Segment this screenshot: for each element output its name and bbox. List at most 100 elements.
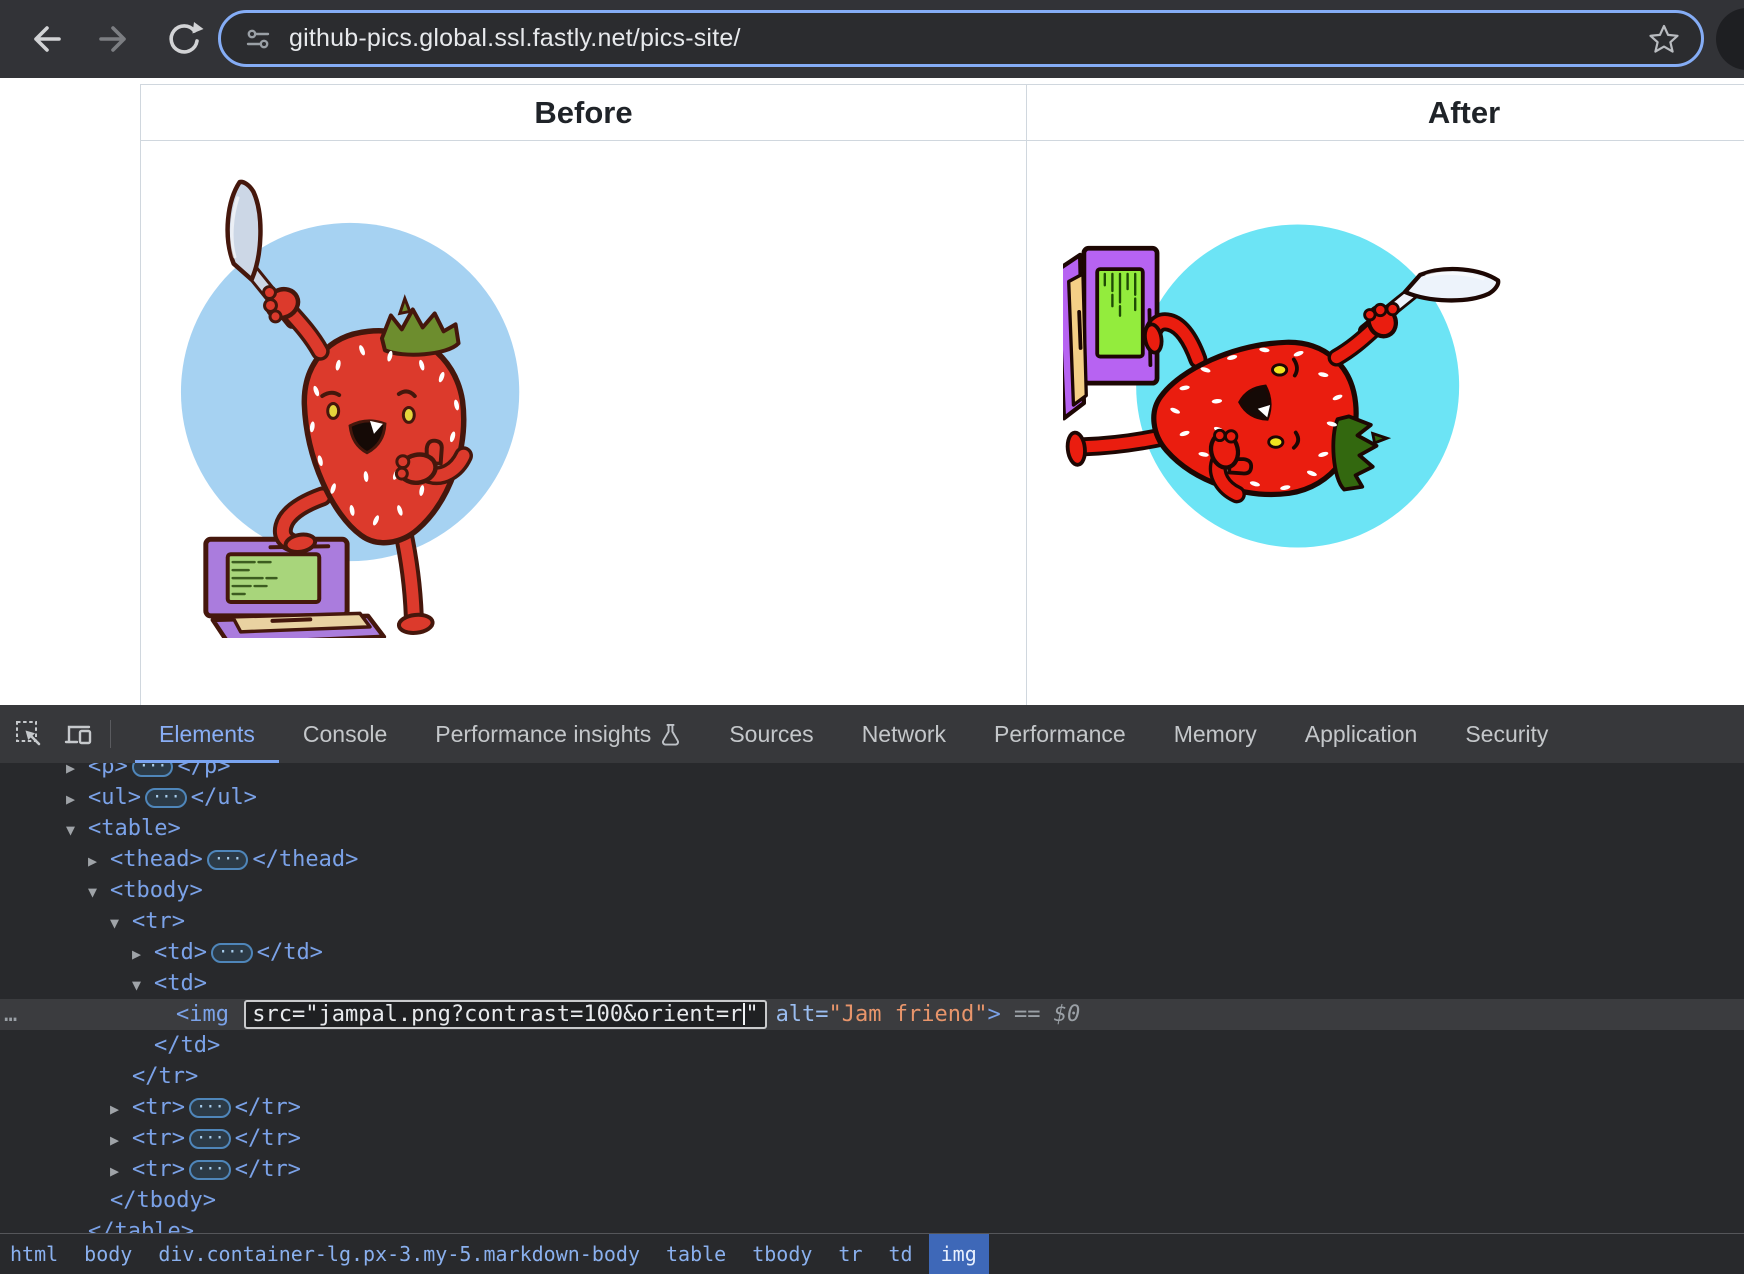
disclosure-arrow[interactable]: ▼ bbox=[110, 908, 132, 939]
devtools-tab-memory[interactable]: Memory bbox=[1150, 705, 1281, 763]
token-tag: </td> bbox=[154, 1033, 220, 1058]
tree-row[interactable]: ▶<p>···</p> bbox=[0, 763, 1744, 782]
dom-tree: ▶<p>···</p>▶<ul>···</ul>▼<table>▶<thead>… bbox=[0, 763, 1744, 1233]
attribute-edit-input[interactable]: src="jampal.png?contrast=100&orient=r" bbox=[244, 1000, 766, 1029]
back-button[interactable] bbox=[22, 17, 66, 61]
tree-row[interactable]: ▼<td> bbox=[0, 968, 1744, 999]
inline-expand-pill[interactable]: ··· bbox=[145, 788, 187, 808]
inline-expand-pill[interactable]: ··· bbox=[211, 943, 253, 963]
bookmark-star-icon[interactable] bbox=[1647, 22, 1681, 56]
devtools-tab-performance-insights[interactable]: Performance insights bbox=[411, 705, 705, 763]
devtools-tab-performance[interactable]: Performance bbox=[970, 705, 1150, 763]
token-tag: </tr> bbox=[132, 1064, 198, 1089]
devtools-tab-sources[interactable]: Sources bbox=[705, 705, 837, 763]
breadcrumb-item-td[interactable]: td bbox=[879, 1242, 923, 1266]
disclosure-arrow[interactable]: ▶ bbox=[110, 1094, 132, 1125]
row-menu-ellipsis[interactable]: … bbox=[4, 999, 15, 1030]
before-illustration bbox=[171, 160, 569, 638]
token-eq: == bbox=[1001, 1002, 1054, 1027]
tree-row[interactable]: ▶<ul>···</ul> bbox=[0, 782, 1744, 813]
tree-row[interactable]: ▼<tr> bbox=[0, 906, 1744, 937]
tree-row[interactable]: </table> bbox=[0, 1216, 1744, 1233]
inline-expand-pill[interactable]: ··· bbox=[207, 850, 249, 870]
tree-row[interactable]: </td> bbox=[0, 1030, 1744, 1061]
tree-row[interactable]: ▶<thead>···</thead> bbox=[0, 844, 1744, 875]
after-illustration-rotated bbox=[1063, 215, 1519, 595]
disclosure-arrow[interactable]: ▼ bbox=[88, 877, 110, 908]
tree-row[interactable]: </tr> bbox=[0, 1061, 1744, 1092]
tune-icon[interactable] bbox=[245, 26, 271, 52]
page-content: Before After bbox=[0, 78, 1744, 705]
breadcrumb-item-img[interactable]: img bbox=[929, 1234, 989, 1274]
tree-row[interactable]: ▼<tbody> bbox=[0, 875, 1744, 906]
tree-row[interactable]: ▶<tr>···</tr> bbox=[0, 1154, 1744, 1185]
token-tag: <thead> bbox=[110, 847, 203, 872]
devtools-tabbar-tabs: Elements ConsolePerformance insights Sourc… bbox=[127, 705, 1572, 763]
token-tag: </ul> bbox=[191, 785, 257, 810]
devtools-panel: Elements ConsolePerformance insights Sourc… bbox=[0, 705, 1744, 1274]
tree-row[interactable]: ▶<td>···</td> bbox=[0, 937, 1744, 968]
token-tag: </p> bbox=[177, 763, 230, 779]
token-tag: </td> bbox=[257, 940, 323, 965]
disclosure-arrow[interactable]: ▶ bbox=[110, 1125, 132, 1156]
inline-expand-pill[interactable]: ··· bbox=[189, 1098, 231, 1118]
edit-text: src="jampal.png?contrast=100&orient=r bbox=[252, 1002, 742, 1027]
before-cell bbox=[141, 141, 1027, 705]
tab-label: Elements bbox=[159, 721, 255, 748]
token-val: "Jam friend" bbox=[829, 1002, 988, 1027]
tree-row[interactable]: ▼<table> bbox=[0, 813, 1744, 844]
disclosure-arrow[interactable]: ▼ bbox=[66, 815, 88, 846]
disclosure-arrow[interactable]: ▶ bbox=[66, 763, 88, 784]
token-tag: </thead> bbox=[252, 847, 358, 872]
url-bar[interactable]: github-pics.global.ssl.fastly.net/pics-s… bbox=[218, 10, 1704, 67]
token-tag: <td> bbox=[154, 971, 207, 996]
tab-label: Memory bbox=[1174, 721, 1257, 748]
inline-expand-pill[interactable]: ··· bbox=[132, 763, 174, 777]
forward-arrow-icon bbox=[94, 17, 138, 61]
disclosure-arrow[interactable]: ▼ bbox=[132, 970, 154, 1001]
forward-button[interactable] bbox=[94, 17, 138, 61]
tree-row[interactable]: </tbody> bbox=[0, 1185, 1744, 1216]
disclosure-arrow[interactable]: ▶ bbox=[66, 784, 88, 815]
comparison-table: Before After bbox=[140, 84, 1744, 705]
experiment-flask-icon bbox=[660, 723, 681, 746]
breadcrumb-item-tbody[interactable]: tbody bbox=[742, 1242, 822, 1266]
devtools-tabbar: Elements ConsolePerformance insights Sourc… bbox=[0, 705, 1744, 763]
devtools-tab-security[interactable]: Security bbox=[1441, 705, 1572, 763]
breadcrumb-item-html[interactable]: html bbox=[0, 1242, 68, 1266]
breadcrumb-item-div[interactable]: div.container-lg.px-3.my-5.markdown-body bbox=[148, 1242, 650, 1266]
browser-chrome: github-pics.global.ssl.fastly.net/pics-s… bbox=[0, 0, 1744, 78]
token-tag: <table> bbox=[88, 816, 181, 841]
token-tag: </table> bbox=[88, 1219, 194, 1233]
breadcrumb-item-tr[interactable]: tr bbox=[828, 1242, 872, 1266]
tabbar-divider bbox=[110, 720, 111, 748]
devtools-tab-application[interactable]: Application bbox=[1281, 705, 1442, 763]
disclosure-arrow[interactable]: ▶ bbox=[132, 939, 154, 970]
reload-icon bbox=[160, 17, 204, 61]
disclosure-arrow[interactable]: ▶ bbox=[88, 846, 110, 877]
tree-row[interactable]: ▶<tr>···</tr> bbox=[0, 1092, 1744, 1123]
token-tag: <tr> bbox=[132, 1095, 185, 1120]
device-toolbar-icon[interactable] bbox=[64, 719, 94, 749]
inline-expand-pill[interactable]: ··· bbox=[189, 1160, 231, 1180]
inline-expand-pill[interactable]: ··· bbox=[189, 1129, 231, 1149]
tree-row[interactable]: ▶<tr>···</tr> bbox=[0, 1123, 1744, 1154]
devtools-tab-console[interactable]: Console bbox=[279, 705, 411, 763]
disclosure-arrow[interactable]: ▶ bbox=[110, 1156, 132, 1187]
tab-label: Sources bbox=[729, 721, 813, 748]
reload-button[interactable] bbox=[160, 17, 204, 61]
table-header-after: After bbox=[1027, 85, 1744, 141]
token-tag: </tr> bbox=[235, 1157, 301, 1182]
tab-label: Security bbox=[1465, 721, 1548, 748]
token-tag: > bbox=[988, 1002, 1001, 1027]
token-tag: <td> bbox=[154, 940, 207, 965]
after-illustration bbox=[1063, 215, 1519, 595]
devtools-tab-network[interactable]: Network bbox=[838, 705, 970, 763]
tree-row[interactable]: …<img src="jampal.png?contrast=100&orien… bbox=[0, 999, 1744, 1030]
table-header-before: Before bbox=[141, 85, 1027, 141]
breadcrumb-item-body[interactable]: body bbox=[74, 1242, 142, 1266]
inspect-element-icon[interactable] bbox=[14, 719, 44, 749]
breadcrumb-item-table[interactable]: table bbox=[656, 1242, 736, 1266]
profile-avatar[interactable] bbox=[1716, 8, 1744, 70]
devtools-tab-elements[interactable]: Elements bbox=[135, 705, 279, 763]
